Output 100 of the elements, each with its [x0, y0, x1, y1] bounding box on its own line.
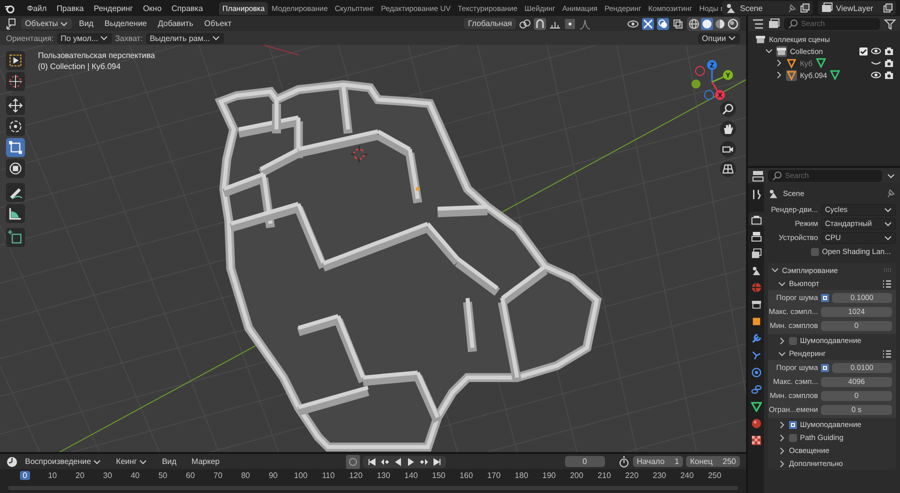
- wireframe-sphere-icon[interactable]: [688, 18, 700, 30]
- scene-icon[interactable]: [725, 2, 737, 14]
- chevron-icon[interactable]: [775, 59, 783, 67]
- zoom-button[interactable]: [720, 101, 736, 117]
- jump-end-icon[interactable]: [432, 456, 442, 466]
- camera-icon[interactable]: [884, 58, 894, 68]
- menu-item[interactable]: Вид: [75, 19, 98, 28]
- tool-button[interactable]: [6, 159, 25, 178]
- eye-icon[interactable]: [871, 46, 881, 56]
- chevron-icon[interactable]: [765, 47, 773, 55]
- play-icon[interactable]: [406, 456, 416, 466]
- overlay-circles-icon[interactable]: [657, 18, 669, 30]
- tool-button[interactable]: [6, 183, 25, 202]
- frame-number[interactable]: 180: [512, 471, 532, 480]
- chevron-icon[interactable]: [778, 434, 786, 442]
- tool-button[interactable]: [6, 138, 25, 157]
- end-frame-field[interactable]: Конец 250: [686, 456, 740, 467]
- tool-button[interactable]: [6, 228, 25, 247]
- eye-pointer-icon[interactable]: [627, 18, 639, 30]
- frame-number[interactable]: 160: [456, 471, 476, 480]
- tool-button[interactable]: [6, 96, 25, 115]
- list-view-icon[interactable]: [752, 18, 764, 30]
- menu-item[interactable]: Воспроизведение: [21, 457, 106, 466]
- menu-item[interactable]: Справка: [168, 4, 207, 12]
- menu-item[interactable]: Рендеринг: [90, 4, 137, 12]
- cube-axes-icon[interactable]: [6, 18, 18, 30]
- chevron-icon[interactable]: [778, 336, 786, 344]
- play-reverse-icon[interactable]: [393, 456, 404, 466]
- stopwatch-icon[interactable]: [618, 456, 630, 468]
- menu-item[interactable]: Вид: [158, 457, 180, 466]
- ortho-grid-button[interactable]: [720, 161, 736, 177]
- tool-button[interactable]: [6, 204, 25, 223]
- frame-number[interactable]: 190: [539, 471, 559, 480]
- frame-number[interactable]: 120: [346, 471, 366, 480]
- preset-list-icon[interactable]: [882, 278, 892, 288]
- tool-button[interactable]: [6, 51, 25, 70]
- checkbox[interactable]: [821, 294, 829, 302]
- pin-icon[interactable]: [886, 188, 896, 198]
- frame-number[interactable]: 40: [128, 471, 143, 480]
- axis-dot[interactable]: [715, 90, 725, 100]
- frame-number[interactable]: 130: [374, 471, 394, 480]
- camera-icon[interactable]: [884, 46, 894, 56]
- start-frame-field[interactable]: Начало 1: [632, 456, 684, 467]
- blender-logo-icon[interactable]: [4, 2, 15, 14]
- checkbox[interactable]: [789, 336, 797, 344]
- chevron-icon[interactable]: [778, 446, 786, 454]
- rendered-sphere-icon[interactable]: [727, 18, 739, 30]
- axis-dot[interactable]: [723, 70, 733, 80]
- next-keyframe-icon[interactable]: [419, 456, 430, 466]
- solid-sphere-icon[interactable]: [701, 18, 713, 30]
- camera-icon[interactable]: [884, 70, 894, 80]
- preset-list-icon[interactable]: [882, 348, 892, 358]
- frame-number[interactable]: 140: [401, 471, 421, 480]
- frame-number[interactable]: 20: [72, 471, 88, 480]
- frame-number[interactable]: 90: [266, 471, 281, 480]
- properties-tab[interactable]: [748, 399, 764, 413]
- chevron-icon[interactable]: [778, 280, 786, 288]
- checkbox[interactable]: [821, 364, 829, 372]
- frame-number[interactable]: 170: [484, 471, 504, 480]
- filter-funnel-icon[interactable]: [884, 18, 896, 30]
- frame-number[interactable]: 200: [566, 471, 586, 480]
- frame-number[interactable]: 250: [704, 471, 724, 480]
- pan-button[interactable]: [720, 121, 736, 137]
- chevron-icon[interactable]: [778, 350, 786, 358]
- gizmo-arrows-icon[interactable]: [642, 18, 654, 30]
- chevron-icon[interactable]: [778, 460, 786, 468]
- chevron-icon[interactable]: [778, 420, 786, 428]
- frame-number[interactable]: 60: [182, 471, 198, 480]
- menu-item[interactable]: Кеинг: [112, 457, 151, 466]
- menu-item[interactable]: Выделение: [100, 19, 151, 28]
- checkbox[interactable]: [789, 434, 797, 442]
- clock-icon[interactable]: [6, 456, 18, 468]
- current-frame-field[interactable]: 0: [564, 456, 605, 467]
- checkbox[interactable]: [811, 248, 819, 256]
- frame-number[interactable]: 240: [677, 471, 697, 480]
- chevron-icon[interactable]: [775, 71, 783, 79]
- options-dropdown[interactable]: Опции: [698, 32, 740, 44]
- menu-item[interactable]: Окно: [138, 4, 166, 12]
- frame-number[interactable]: 210: [594, 471, 614, 480]
- properties-tab[interactable]: [748, 382, 764, 396]
- frame-number[interactable]: 100: [291, 471, 310, 480]
- frame-number[interactable]: 10: [44, 471, 60, 480]
- menu-item[interactable]: Маркер: [187, 457, 224, 466]
- camera-view-button[interactable]: [720, 141, 736, 157]
- magnet-icon[interactable]: [534, 18, 546, 30]
- material-sphere-icon[interactable]: [714, 18, 726, 30]
- triangle-mesh-icon[interactable]: [786, 70, 797, 80]
- frame-number[interactable]: 30: [100, 471, 116, 480]
- properties-tab[interactable]: [748, 229, 764, 243]
- menu-item[interactable]: Правка: [52, 4, 88, 12]
- orientation-default-dropdown[interactable]: По умол...: [56, 32, 112, 44]
- falloff-curve-icon[interactable]: [579, 18, 591, 30]
- copy-icon[interactable]: [800, 3, 810, 13]
- menu-item[interactable]: Файл: [23, 4, 51, 12]
- axis-dot[interactable]: [707, 60, 717, 70]
- jump-start-icon[interactable]: [367, 456, 378, 466]
- orientation-dropdown[interactable]: Глобальная: [464, 18, 516, 29]
- menu-item[interactable]: Объект: [200, 19, 236, 28]
- copy-icon[interactable]: [883, 3, 893, 13]
- frame-number[interactable]: 230: [650, 471, 670, 480]
